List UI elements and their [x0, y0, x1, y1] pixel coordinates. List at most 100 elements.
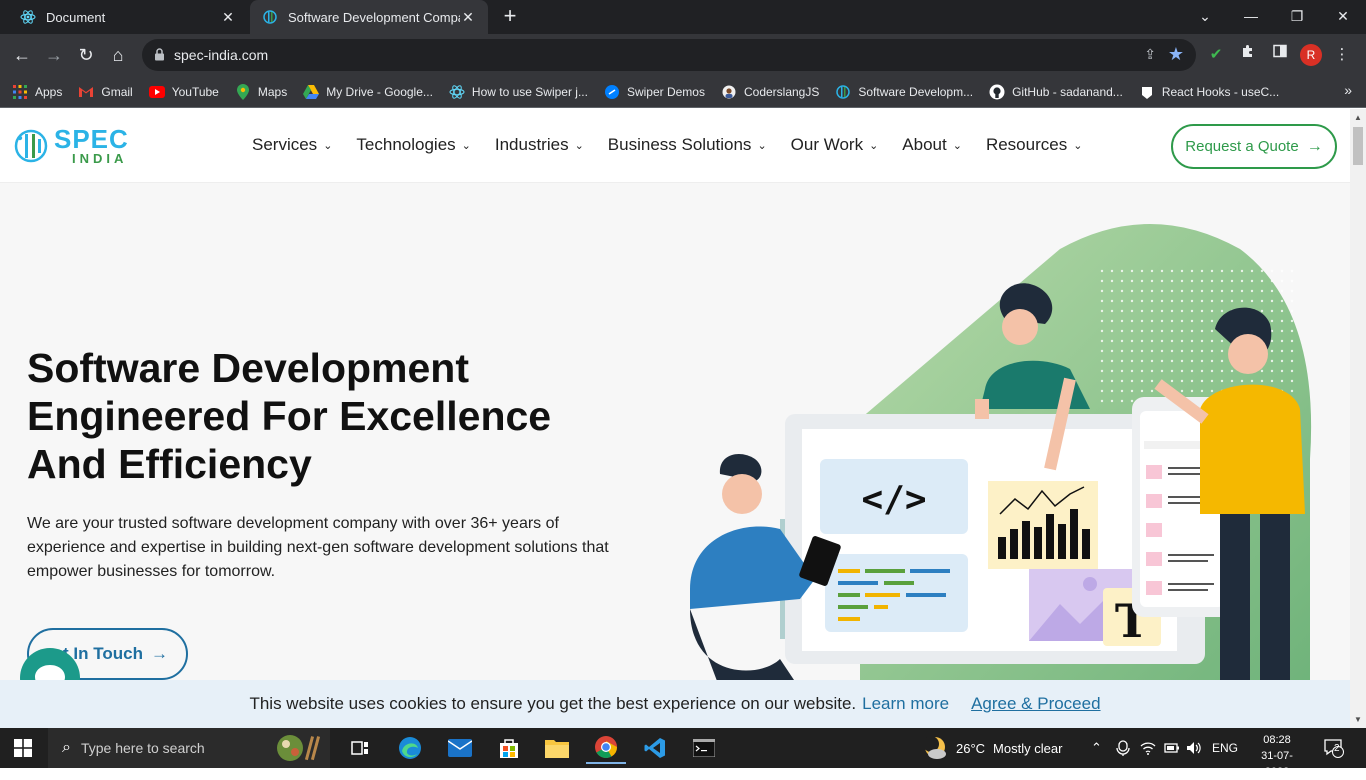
bookmark-gmail[interactable]: Gmail [78, 84, 133, 100]
nav-label: Services [252, 135, 318, 154]
system-clock[interactable]: 08:28 31-07-2023 [1249, 732, 1305, 780]
nav-label: Our Work [790, 135, 864, 154]
vscode-icon[interactable] [635, 732, 675, 764]
bookmark-label: GitHub - sadanand... [1012, 84, 1123, 99]
language-indicator[interactable]: ENG [1212, 728, 1238, 768]
github-icon [989, 84, 1005, 100]
bookmark-label: Gmail [101, 84, 133, 99]
address-bar[interactable]: spec-india.com ⇪ ★ [142, 39, 1196, 71]
nav-about[interactable]: About ⌄ [902, 135, 962, 155]
new-tab-button[interactable]: + [498, 4, 522, 28]
nav-resources[interactable]: Resources ⌄ [986, 135, 1082, 155]
chevron-down-icon: ⌄ [323, 139, 333, 152]
power-icon[interactable] [1164, 728, 1180, 768]
more-bookmarks-icon[interactable]: » [1344, 82, 1352, 98]
close-tab-icon[interactable]: ✕ [460, 9, 476, 26]
file-explorer-icon[interactable] [537, 732, 577, 764]
bookmark-drive[interactable]: My Drive - Google... [303, 84, 433, 100]
react-icon [20, 9, 36, 25]
hero-description: We are your trusted software development… [27, 512, 667, 584]
extensions-puzzle-icon[interactable] [1236, 43, 1260, 67]
react-icon [449, 84, 465, 100]
bookmark-swiper-demos[interactable]: Swiper Demos [604, 84, 705, 100]
bookmark-react-hooks[interactable]: React Hooks - useC... [1139, 84, 1279, 100]
browser-tab-strip: Document ✕ Software Development Company … [0, 0, 1366, 34]
maps-icon [235, 83, 251, 100]
windows-taskbar: ⌕ Type here to search 26°C Mostly clear … [0, 728, 1366, 778]
bookmark-github[interactable]: GitHub - sadanand... [989, 84, 1123, 100]
learn-more-link[interactable]: Learn more [862, 694, 949, 714]
back-button[interactable]: ← [10, 43, 34, 67]
forward-button[interactable]: → [42, 43, 66, 67]
tab-document[interactable]: Document ✕ [8, 0, 248, 34]
bookmarks-bar: Apps Gmail YouTube Maps My Drive - Googl… [0, 76, 1366, 108]
profile-avatar[interactable]: R [1300, 44, 1322, 66]
bookmark-spec[interactable]: Software Developm... [835, 84, 973, 100]
chevron-down-icon: ⌄ [1073, 139, 1083, 152]
tab-software-development[interactable]: Software Development Company ✕ [250, 0, 488, 34]
close-tab-icon[interactable]: ✕ [220, 9, 236, 26]
bookmark-swiper-howto[interactable]: How to use Swiper j... [449, 84, 588, 100]
nav-technologies[interactable]: Technologies ⌄ [356, 135, 470, 155]
nav-services[interactable]: Services ⌄ [252, 135, 332, 155]
search-highlight-image [277, 735, 321, 761]
site-header: SPEC INDIA Services ⌄ Technologies ⌄ Indus… [0, 109, 1350, 183]
tab-title: Software Development Company [288, 9, 460, 25]
minimize-button[interactable]: — [1228, 0, 1274, 34]
close-window-button[interactable]: ✕ [1320, 0, 1366, 34]
taskbar-search-box[interactable]: ⌕ Type here to search [48, 728, 330, 768]
agree-proceed-button[interactable]: Agree & Proceed [971, 694, 1100, 714]
tab-search-icon[interactable]: ⌄ [1182, 0, 1228, 34]
spec-india-logo[interactable]: SPEC INDIA [12, 126, 129, 165]
hero-description-line: We are your trusted software development… [27, 515, 559, 532]
terminal-icon[interactable] [684, 732, 724, 764]
microsoft-store-icon[interactable] [489, 732, 529, 764]
web-page: SPEC INDIA Services ⌄ Technologies ⌄ Indus… [0, 109, 1350, 728]
nav-business-solutions[interactable]: Business Solutions ⌄ [608, 135, 767, 155]
restore-button[interactable]: ❐ [1274, 0, 1320, 34]
home-button[interactable]: ⌂ [106, 43, 130, 67]
search-icon: ⌕ [62, 739, 71, 756]
notifications-button[interactable]: 2 [1323, 728, 1345, 768]
kebab-menu-icon[interactable]: ⋮ [1330, 43, 1354, 67]
coderslang-icon [721, 84, 737, 100]
hero-illustration: </> T [690, 224, 1312, 689]
bookmark-youtube[interactable]: YouTube [148, 84, 219, 100]
nav-label: Industries [494, 135, 569, 154]
reload-button[interactable]: ↻ [74, 43, 98, 67]
chevron-down-icon: ⌄ [869, 139, 879, 152]
gmail-icon [78, 84, 94, 100]
share-icon[interactable]: ⇪ [1144, 46, 1156, 63]
clock-date: 31-07-2023 [1261, 750, 1293, 778]
lock-icon [154, 48, 166, 62]
chrome-icon[interactable] [586, 732, 626, 764]
scrollbar-thumb[interactable] [1353, 127, 1363, 165]
wifi-icon[interactable] [1140, 728, 1156, 768]
show-hidden-icons[interactable]: ⌃ [1091, 728, 1102, 768]
request-quote-button[interactable]: Request a Quote → [1171, 124, 1337, 169]
bookmark-star-icon[interactable]: ★ [1168, 44, 1184, 65]
nav-label: Technologies [356, 135, 456, 154]
windows-start-icon[interactable] [14, 739, 32, 757]
meet-now-icon[interactable] [1116, 728, 1130, 768]
mail-icon[interactable] [440, 732, 480, 764]
tab-title: Document [46, 9, 106, 25]
cookie-text: This website uses cookies to ensure you … [249, 694, 857, 713]
code-tag-text: </> [861, 479, 926, 520]
bookmark-apps[interactable]: Apps [12, 84, 62, 100]
weather-widget[interactable]: 26°C Mostly clear [922, 728, 1062, 768]
notification-count: 2 [1334, 743, 1340, 754]
extension-check-icon[interactable]: ✔ [1204, 43, 1228, 67]
volume-icon[interactable] [1186, 728, 1202, 768]
page-scrollbar[interactable]: ▲ ▼ [1350, 109, 1366, 728]
nav-industries[interactable]: Industries ⌄ [495, 135, 584, 155]
edge-icon[interactable] [390, 732, 430, 764]
scroll-up-arrow-icon[interactable]: ▲ [1354, 113, 1362, 122]
side-panel-icon[interactable] [1268, 43, 1292, 67]
scroll-down-arrow-icon[interactable]: ▼ [1354, 715, 1362, 724]
bookmark-maps[interactable]: Maps [235, 83, 287, 100]
task-view-icon[interactable] [340, 732, 380, 764]
bookmark-coderslang[interactable]: CoderslangJS [721, 84, 819, 100]
swiper-icon [604, 84, 620, 100]
nav-our-work[interactable]: Our Work ⌄ [791, 135, 879, 155]
